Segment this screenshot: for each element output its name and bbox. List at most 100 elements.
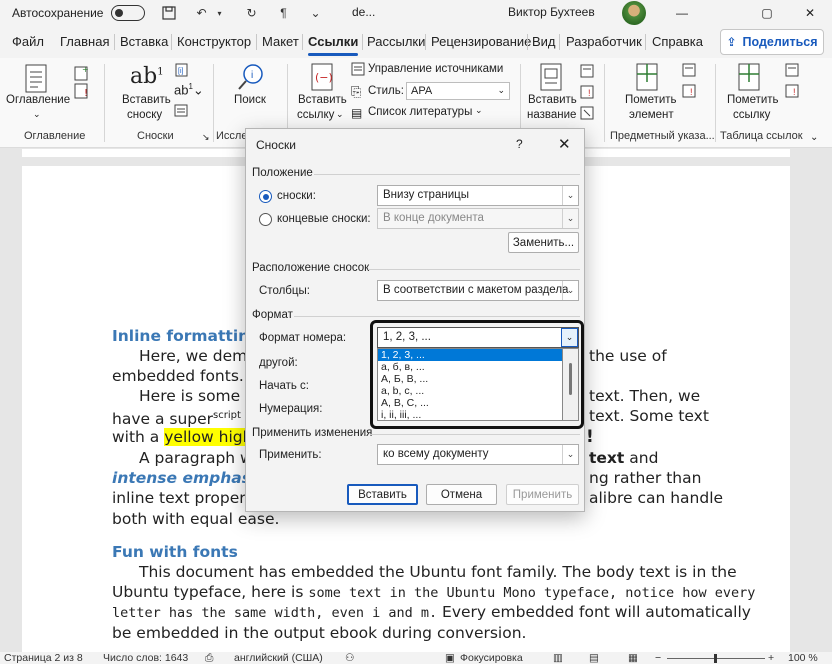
- document-name[interactable]: de...: [352, 5, 375, 19]
- update-table-of-figures-icon[interactable]: !: [580, 85, 594, 102]
- update-table-icon[interactable]: !: [73, 82, 91, 103]
- paragraph-text: the use of: [589, 347, 667, 365]
- endnotes-location-select[interactable]: В конце документа ⌄: [377, 208, 579, 229]
- avatar[interactable]: [622, 1, 646, 25]
- zoom-out-icon[interactable]: −: [655, 652, 661, 664]
- footnotes-radio[interactable]: [259, 190, 272, 203]
- insert-endnote-icon[interactable]: [i]: [174, 62, 190, 81]
- insert-button[interactable]: Вставить: [347, 484, 418, 505]
- endnotes-radio[interactable]: [259, 213, 272, 226]
- tab-mailings[interactable]: Рассылки: [367, 34, 425, 49]
- insert-citation-dropdown-icon[interactable]: ⌄: [336, 109, 344, 120]
- heading-fun-with-fonts: Fun with fonts: [112, 543, 238, 561]
- apply-button[interactable]: Применить: [506, 484, 579, 505]
- read-mode-icon[interactable]: ▥: [553, 652, 563, 664]
- paragraph-text: inline text propertie: [112, 489, 266, 507]
- insert-index-icon[interactable]: [682, 63, 696, 80]
- save-icon[interactable]: [161, 5, 177, 21]
- add-text-icon[interactable]: +: [73, 63, 91, 84]
- manage-sources-icon[interactable]: [351, 62, 365, 79]
- insert-footnote-icon[interactable]: ab1: [130, 64, 164, 89]
- help-button[interactable]: ?: [516, 137, 523, 151]
- focus-mode[interactable]: Фокусировка: [460, 652, 523, 664]
- close-icon[interactable]: ✕: [558, 135, 571, 153]
- focus-icon[interactable]: ▣: [445, 652, 455, 664]
- print-layout-icon[interactable]: ▤: [589, 652, 599, 664]
- insert-table-of-figures-icon[interactable]: [580, 64, 594, 81]
- redo-icon[interactable]: ↻: [243, 5, 259, 21]
- footnotes-dialog-launcher-icon[interactable]: ↘: [202, 132, 210, 143]
- mark-entry-icon[interactable]: [634, 62, 660, 95]
- tab-file[interactable]: Файл: [12, 34, 44, 49]
- close-icon[interactable]: ✕: [788, 0, 832, 26]
- share-button[interactable]: ⇪ Поделиться: [720, 29, 824, 55]
- accessibility-icon[interactable]: ⚇: [345, 652, 354, 664]
- autosave-toggle[interactable]: [111, 5, 146, 21]
- tab-design[interactable]: Конструктор: [177, 34, 251, 49]
- bibliography-button[interactable]: Список литературы: [368, 106, 472, 118]
- mark-entry-line2[interactable]: элемент: [629, 109, 674, 121]
- toc-dropdown-icon[interactable]: ⌄: [33, 109, 41, 120]
- endnotes-label: концевые сноски:: [277, 213, 371, 225]
- page-count[interactable]: Страница 2 из 8: [4, 652, 83, 664]
- mark-citation-line1[interactable]: Пометить: [727, 94, 779, 106]
- update-index-icon[interactable]: !: [682, 84, 696, 101]
- insert-caption-icon[interactable]: [538, 62, 564, 95]
- insert-caption-line1[interactable]: Вставить: [528, 94, 577, 106]
- chevron-down-icon: ⌄: [562, 186, 578, 205]
- toc-button[interactable]: Оглавление: [6, 94, 70, 106]
- insert-citation-icon[interactable]: (−): [309, 62, 335, 95]
- tab-view[interactable]: Вид: [532, 34, 556, 49]
- insert-footnote-line2[interactable]: сноску: [127, 109, 162, 121]
- intense-emphasis-text: intense emphasis: [112, 469, 266, 487]
- columns-select[interactable]: В соответствии с макетом раздела ⌄: [377, 280, 579, 301]
- customize-toolbar-icon[interactable]: ⌄: [307, 5, 323, 21]
- update-table-of-authorities-icon[interactable]: !: [785, 84, 799, 101]
- search-button[interactable]: Поиск: [234, 94, 266, 106]
- maximize-icon[interactable]: ▢: [745, 0, 789, 26]
- apply-to-select[interactable]: ко всему документу ⌄: [377, 444, 579, 465]
- tab-review[interactable]: Рецензирование: [431, 34, 531, 49]
- tab-developer[interactable]: Разработчик: [566, 34, 642, 49]
- table-of-contents-icon[interactable]: [24, 64, 48, 97]
- bibliography-dropdown-icon[interactable]: ⌄: [475, 105, 483, 116]
- word-count[interactable]: Число слов: 1643: [103, 652, 188, 664]
- search-icon[interactable]: i: [236, 62, 266, 95]
- user-name[interactable]: Виктор Бухтеев: [508, 5, 595, 19]
- mark-citation-line2[interactable]: ссылку: [733, 109, 770, 121]
- insert-caption-line2[interactable]: название: [527, 109, 576, 121]
- replace-button[interactable]: Заменить...: [508, 232, 579, 253]
- tab-layout[interactable]: Макет: [262, 34, 299, 49]
- show-notes-icon[interactable]: [174, 104, 190, 121]
- insert-table-of-authorities-icon[interactable]: [785, 63, 799, 80]
- zoom-slider-thumb[interactable]: [714, 654, 717, 663]
- paragraph-mark-icon[interactable]: ¶: [275, 5, 291, 21]
- insert-footnote-line1[interactable]: Вставить: [122, 94, 171, 106]
- web-layout-icon[interactable]: ▦: [628, 652, 638, 664]
- next-footnote-icon[interactable]: ab1⌄: [174, 82, 204, 98]
- status-bar: Страница 2 из 8 Число слов: 1643 ⎙ англи…: [0, 652, 832, 664]
- tab-separator: [527, 34, 528, 50]
- style-select[interactable]: APA ⌄: [406, 82, 510, 100]
- insert-citation-line2[interactable]: ссылку: [297, 109, 334, 121]
- mark-citation-icon[interactable]: [736, 62, 762, 95]
- cross-reference-icon[interactable]: [580, 106, 594, 123]
- footnotes-location-select[interactable]: Внизу страницы ⌄: [377, 185, 579, 206]
- tab-home[interactable]: Главная: [60, 34, 109, 49]
- tab-insert[interactable]: Вставка: [120, 34, 168, 49]
- undo-icon[interactable]: ↶: [193, 5, 209, 21]
- proofing-icon[interactable]: ⎙: [205, 652, 213, 664]
- insert-citation-line1[interactable]: Вставить: [298, 94, 347, 106]
- zoom-level[interactable]: 100 %: [788, 652, 818, 664]
- language-status[interactable]: английский (США): [234, 652, 323, 664]
- collapse-ribbon-icon[interactable]: ⌄: [810, 132, 818, 143]
- minimize-icon[interactable]: —: [660, 0, 704, 26]
- paragraph-text: text and: [589, 448, 658, 468]
- tab-references[interactable]: Ссылки: [308, 34, 359, 56]
- zoom-in-icon[interactable]: +: [768, 652, 774, 664]
- mark-entry-line1[interactable]: Пометить: [625, 94, 677, 106]
- tab-help[interactable]: Справка: [652, 34, 703, 49]
- undo-dropdown-icon[interactable]: ▾: [211, 5, 227, 21]
- cancel-button[interactable]: Отмена: [426, 484, 497, 505]
- manage-sources-button[interactable]: Управление источниками: [368, 63, 503, 75]
